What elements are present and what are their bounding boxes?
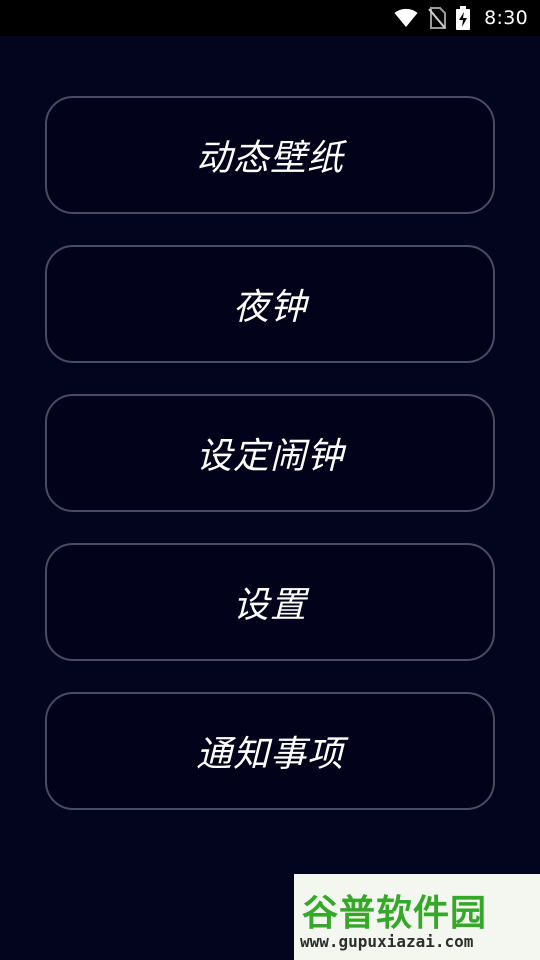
settings-label: 设置 <box>232 585 307 626</box>
status-time: 8:30 <box>484 7 528 29</box>
status-bar: 8:30 <box>0 0 540 36</box>
no-sim-icon <box>428 7 447 29</box>
live-wallpaper-button[interactable]: 动态壁纸 <box>45 96 495 214</box>
night-clock-label: 夜钟 <box>232 287 307 328</box>
battery-charging-icon <box>456 6 471 30</box>
wifi-icon <box>394 8 418 28</box>
night-clock-button[interactable]: 夜钟 <box>45 245 495 363</box>
watermark: 谷普软件园 www.gupuxiazai.com <box>294 874 540 960</box>
status-icons: 8:30 <box>394 0 528 36</box>
settings-button[interactable]: 设置 <box>45 543 495 661</box>
watermark-title: 谷普软件园 <box>302 893 488 934</box>
live-wallpaper-label: 动态壁纸 <box>195 138 344 179</box>
set-alarm-button[interactable]: 设定闹钟 <box>45 394 495 512</box>
watermark-url: www.gupuxiazai.com <box>300 932 474 951</box>
notifications-label: 通知事项 <box>195 734 344 775</box>
notifications-button[interactable]: 通知事项 <box>45 692 495 810</box>
set-alarm-label: 设定闹钟 <box>195 436 344 477</box>
main-menu: 动态壁纸 夜钟 设定闹钟 设置 通知事项 <box>45 96 495 841</box>
